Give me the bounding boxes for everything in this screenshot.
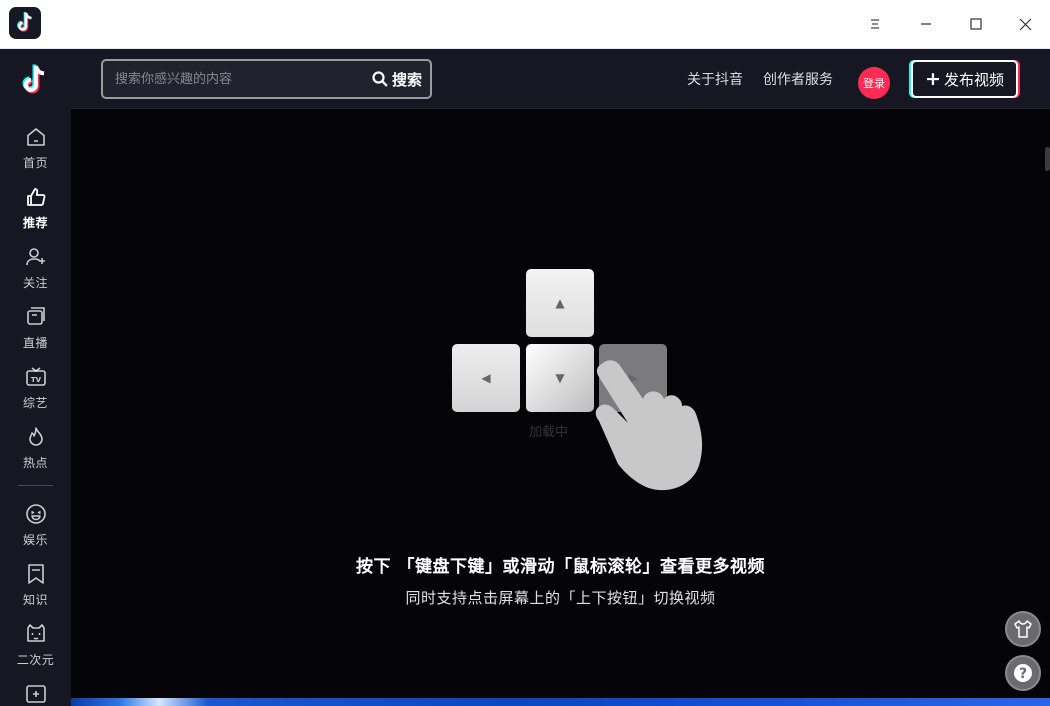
search-icon <box>372 71 388 87</box>
pointing-hand-icon <box>595 360 703 491</box>
sidebar-item-label: 直播 <box>22 336 48 350</box>
loading-text: 加载中 <box>529 425 569 440</box>
game-icon <box>25 685 46 703</box>
creator-services-link[interactable]: 创作者服务 <box>763 69 833 89</box>
sidebar-item-hot[interactable]: 热点 <box>0 423 71 479</box>
publish-video-button[interactable]: + 发布视频 <box>911 60 1018 98</box>
laugh-icon <box>25 504 46 524</box>
svg-text:?: ? <box>1019 666 1027 682</box>
top-header: 搜索 关于抖音 创作者服务 登录 + 发布视频 <box>71 49 1050 109</box>
search-box: 搜索 <box>101 59 432 99</box>
sidebar-item-recommend[interactable]: 推荐 <box>0 183 71 239</box>
publish-video-label: 发布视频 <box>943 70 1004 89</box>
sidebar-item-entertainment[interactable]: 娱乐 <box>0 500 71 556</box>
bookmark-icon <box>27 564 44 584</box>
sidebar-item-knowledge[interactable]: 知识 <box>0 560 71 616</box>
arrow-up-key-icon: ▲ <box>526 269 594 337</box>
maximize-icon[interactable] <box>962 10 990 38</box>
close-icon[interactable] <box>1011 10 1039 38</box>
help-button[interactable]: ? <box>1005 655 1041 691</box>
flame-icon <box>28 427 43 446</box>
sidebar-item-label: 热点 <box>22 456 48 470</box>
sidebar-item-live[interactable]: 直播 <box>0 303 71 359</box>
menu-icon[interactable] <box>861 10 889 38</box>
scroll-hint-main: 按下 「键盘下键」或滑动「鼠标滚轮」查看更多视频 <box>356 557 765 577</box>
sidebar-item-label: 推荐 <box>22 216 48 230</box>
search-input[interactable] <box>115 61 355 97</box>
svg-text:TV: TV <box>30 376 41 384</box>
sidebar-item-label: 首页 <box>22 156 48 170</box>
sidebar-item-home[interactable]: 首页 <box>0 123 71 179</box>
search-button-label: 搜索 <box>391 70 422 89</box>
user-add-icon <box>25 248 45 266</box>
tv-icon: TV <box>25 367 46 386</box>
scrollbar[interactable] <box>1045 147 1050 171</box>
thumbs-up-icon <box>26 188 45 206</box>
sidebar-item-label: 关注 <box>22 276 48 290</box>
login-button[interactable]: 登录 <box>858 67 890 99</box>
sidebar-item-more[interactable] <box>0 680 71 706</box>
sidebar: 首页 推荐 关注 直播 TV 综艺 热点 娱乐 知识 二次元 <box>0 49 71 706</box>
question-icon: ? <box>1014 664 1032 682</box>
about-link[interactable]: 关于抖音 <box>687 69 743 89</box>
sidebar-item-variety[interactable]: TV 综艺 <box>0 363 71 419</box>
sidebar-item-label: 娱乐 <box>22 533 48 547</box>
shirt-icon <box>1014 620 1032 638</box>
sidebar-divider <box>18 485 53 486</box>
sidebar-item-label: 二次元 <box>16 653 55 667</box>
video-feed-area[interactable]: ▲ ◀ ▼ ▶ 加载中 按下 「键盘下键」或滑动「鼠标滚轮」查看更多视频 同时支… <box>71 109 1050 698</box>
scroll-hint-sub: 同时支持点击屏幕上的「上下按钮」切换视频 <box>405 589 716 607</box>
app-window: 首页 推荐 关注 直播 TV 综艺 热点 娱乐 知识 二次元 搜索你感兴趣的内容… <box>0 49 1050 706</box>
plus-icon: + <box>925 67 941 90</box>
sidebar-item-anime[interactable]: 二次元 <box>0 620 71 676</box>
sidebar-item-label: 知识 <box>22 593 48 607</box>
sidebar-item-label: 综艺 <box>22 396 48 410</box>
live-icon <box>26 307 45 325</box>
window-title-bar <box>0 0 1050 49</box>
douyin-logo-icon[interactable] <box>18 61 52 99</box>
bottom-decoration <box>71 698 1050 706</box>
tiktok-logo-icon <box>9 7 41 39</box>
minimize-icon[interactable] <box>912 10 940 38</box>
theme-button[interactable] <box>1005 611 1041 647</box>
arrow-left-key-icon: ◀ <box>452 344 520 412</box>
home-icon <box>26 128 45 146</box>
arrow-down-key-icon: ▼ <box>526 344 594 412</box>
sidebar-item-follow[interactable]: 关注 <box>0 243 71 299</box>
search-button[interactable]: 搜索 <box>372 61 422 97</box>
anime-icon <box>26 624 45 642</box>
